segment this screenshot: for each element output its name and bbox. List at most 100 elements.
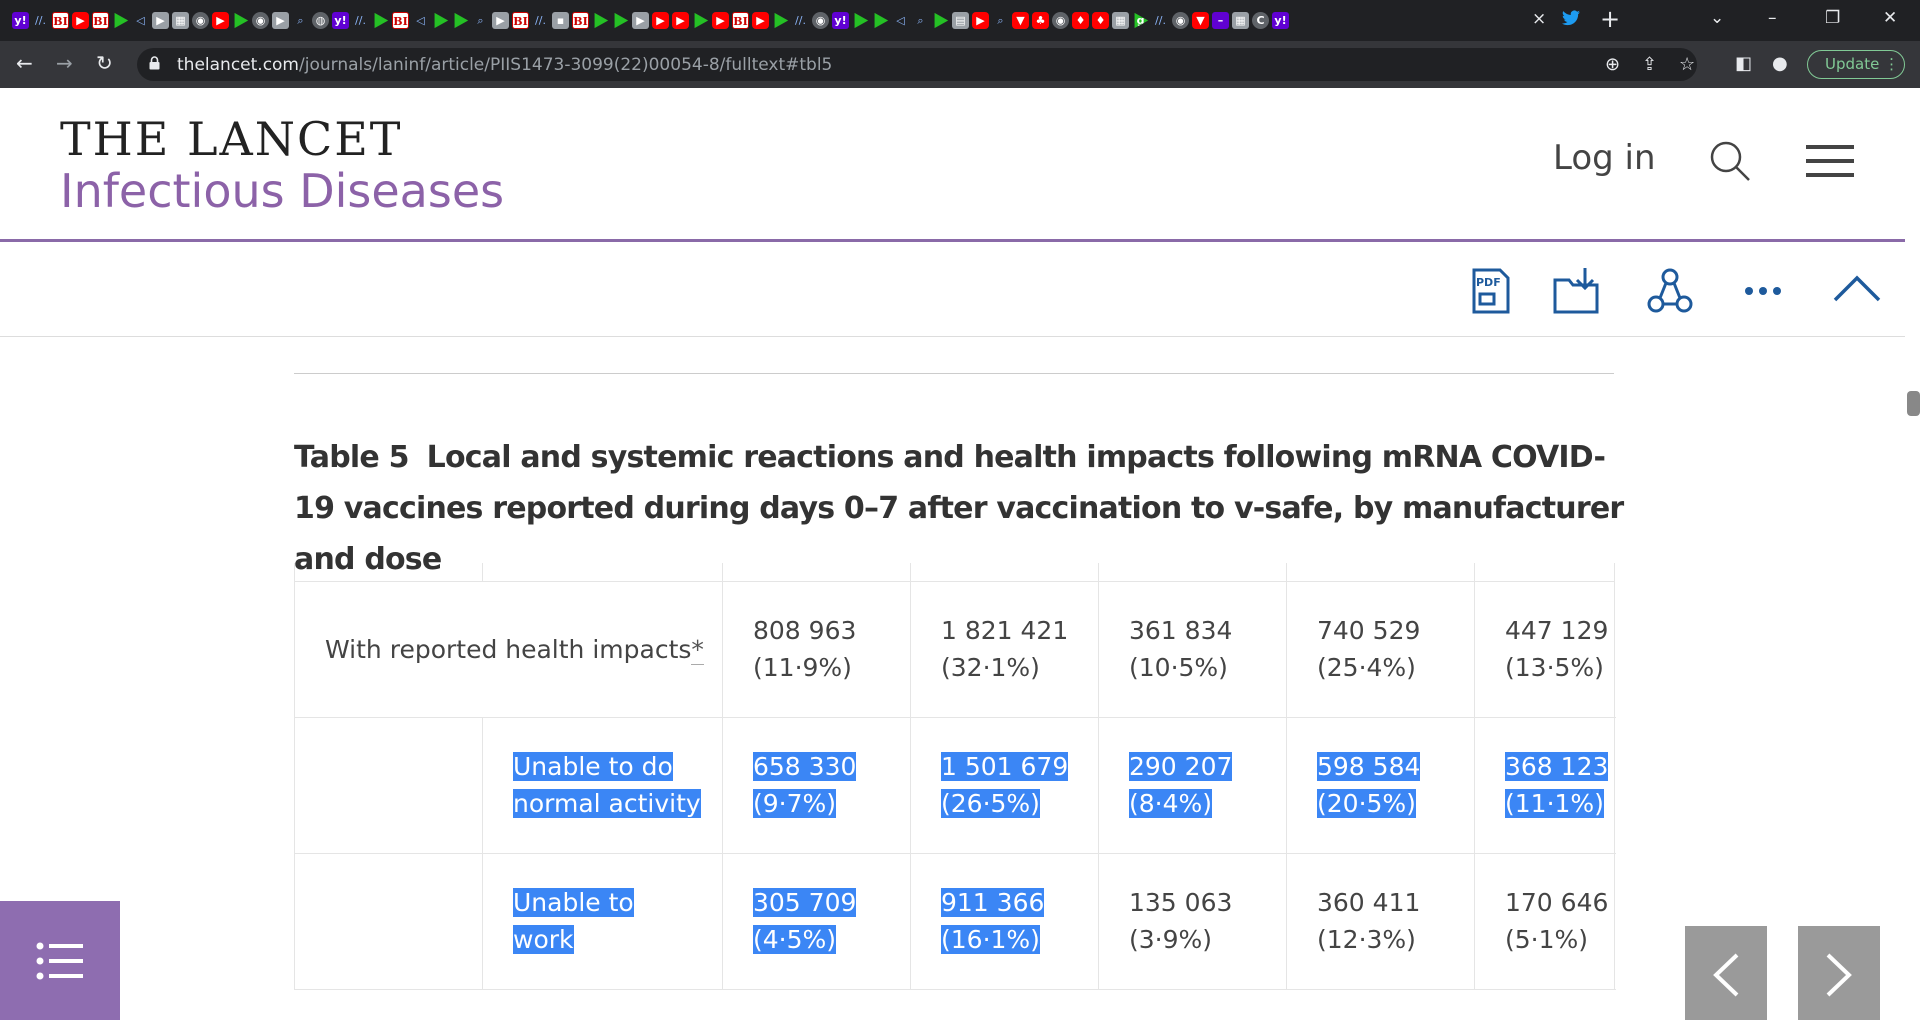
yahoo-tab-icon[interactable]: y! — [332, 12, 349, 29]
restore-icon[interactable]: ❐ — [1825, 8, 1840, 28]
bi-tab-icon[interactable]: BI — [52, 12, 69, 29]
close-tab-icon[interactable]: × — [1532, 9, 1546, 29]
share-network-icon[interactable] — [1645, 266, 1695, 316]
cell-percent: (8·4%) — [1129, 789, 1213, 818]
bi-tab-icon[interactable]: BI — [512, 12, 529, 29]
side-panel-icon[interactable]: ◧ — [1735, 53, 1752, 74]
play-tab-icon[interactable] — [614, 12, 629, 29]
play-tab-icon[interactable] — [874, 12, 889, 29]
youtube-tab-icon[interactable]: ▶ — [72, 12, 89, 29]
tab-icon[interactable]: ▤ — [952, 12, 969, 29]
bi-tab-icon[interactable]: BI — [392, 12, 409, 29]
update-button[interactable]: Update ⋮ — [1807, 50, 1905, 79]
bi-tab-icon[interactable]: BI — [572, 12, 589, 29]
hamburger-menu-icon[interactable] — [1806, 143, 1854, 179]
tab-icon[interactable]: //. — [532, 12, 549, 29]
share-icon[interactable]: ⇪ — [1642, 54, 1657, 75]
tab-icon[interactable]: ▶ — [632, 12, 649, 29]
tab-icon[interactable]: //. — [352, 12, 369, 29]
tab-icon[interactable]: ◁ — [892, 12, 909, 29]
zoom-icon[interactable]: ⊕ — [1605, 54, 1620, 75]
tab-icon[interactable]: //. — [792, 12, 809, 29]
search-icon[interactable] — [1708, 139, 1752, 183]
tab-icon[interactable]: g — [1134, 12, 1149, 29]
globe-tab-icon[interactable]: ◉ — [1052, 12, 1069, 29]
footnote-link[interactable]: * — [691, 634, 704, 665]
page-scrollbar-thumb[interactable] — [1907, 391, 1920, 416]
close-window-icon[interactable]: ✕ — [1883, 8, 1897, 28]
back-arrow-icon[interactable]: ← — [16, 51, 33, 75]
previous-table-button[interactable] — [1685, 926, 1767, 1020]
youtube-tab-icon[interactable]: ▶ — [712, 12, 729, 29]
search-tab-icon[interactable]: ⌕ — [472, 12, 489, 29]
tab-search-icon[interactable]: ⌄ — [1710, 8, 1724, 28]
table-of-contents-button[interactable] — [0, 901, 120, 1020]
globe-tab-icon[interactable]: ◉ — [1172, 12, 1189, 29]
play-tab-icon[interactable] — [234, 12, 249, 29]
youtube-tab-icon[interactable]: ▶ — [972, 12, 989, 29]
tab-icon[interactable]: ♦ — [1072, 12, 1089, 29]
cell-count: 447 129 — [1505, 616, 1609, 645]
tab-icon[interactable]: ▶ — [492, 12, 509, 29]
login-link[interactable]: Log in — [1553, 138, 1656, 178]
next-table-button[interactable] — [1798, 926, 1880, 1020]
tab-icon[interactable]: ▶ — [272, 12, 289, 29]
pdf-icon[interactable]: PDF — [1466, 266, 1516, 316]
bi-tab-icon[interactable]: BI — [732, 12, 749, 29]
play-tab-icon[interactable] — [774, 12, 789, 29]
journal-brand-title[interactable]: THE LANCET — [60, 112, 402, 166]
globe-tab-icon[interactable]: ◉ — [252, 12, 269, 29]
profile-icon[interactable]: ● — [1772, 53, 1788, 74]
tab-icon[interactable]: ▦ — [1232, 12, 1249, 29]
tab-icon[interactable]: ◍ — [312, 12, 329, 29]
collapse-up-icon[interactable] — [1832, 266, 1882, 316]
tab-icon[interactable]: ♣ — [1032, 12, 1049, 29]
tab-icon[interactable]: – — [1212, 12, 1229, 29]
globe-tab-icon[interactable]: ◉ — [192, 12, 209, 29]
bookmark-tab-icon[interactable]: ▼ — [1192, 12, 1209, 29]
tab-favicons[interactable]: y!//. BI ▶ BI ◁ ▶ ▦ ◉ ▶ ◉ ▶ ⌕ ◍ y!//. BI ◁ ⌕ ▶ BI//. ▪ BI ▶ ▶ ▶… — [12, 10, 1572, 31]
search-tab-icon[interactable]: ⌕ — [292, 12, 309, 29]
url-field[interactable]: thelancet.com/journals/laninf/article/PI… — [137, 48, 1697, 81]
tab-icon[interactable]: ▶ — [152, 12, 169, 29]
youtube-tab-icon[interactable]: ▶ — [212, 12, 229, 29]
yahoo-tab-icon[interactable]: y! — [832, 12, 849, 29]
bookmark-tab-icon[interactable]: ▼ — [1012, 12, 1029, 29]
tab-icon[interactable]: ▪ — [552, 12, 569, 29]
play-tab-icon[interactable] — [934, 12, 949, 29]
tab-icon[interactable]: //. — [1152, 12, 1169, 29]
yahoo-tab-icon[interactable]: y! — [12, 12, 29, 29]
play-tab-icon[interactable] — [434, 12, 449, 29]
play-tab-icon[interactable] — [114, 12, 129, 29]
bookmark-star-icon[interactable]: ☆ — [1679, 54, 1695, 75]
search-tab-icon[interactable]: ⌕ — [992, 12, 1009, 29]
tab-icon[interactable]: C — [1252, 12, 1269, 29]
tab-icon[interactable]: ◁ — [132, 12, 149, 29]
tab-icon[interactable]: ▦ — [1112, 12, 1129, 29]
more-options-icon[interactable] — [1738, 266, 1788, 316]
globe-tab-icon[interactable]: ◉ — [812, 12, 829, 29]
youtube-tab-icon[interactable]: ▶ — [652, 12, 669, 29]
play-tab-icon[interactable] — [854, 12, 869, 29]
tab-icon[interactable]: ◁ — [412, 12, 429, 29]
journal-brand-subtitle[interactable]: Infectious Diseases — [60, 164, 504, 218]
play-tab-icon[interactable] — [694, 12, 709, 29]
play-tab-icon[interactable] — [454, 12, 469, 29]
twitter-tab-icon[interactable] — [1562, 10, 1580, 28]
yahoo-tab-icon[interactable]: y! — [1272, 12, 1289, 29]
youtube-tab-icon[interactable]: ▶ — [752, 12, 769, 29]
search-tab-icon[interactable]: ⌕ — [912, 12, 929, 29]
tab-icon[interactable]: //. — [32, 12, 49, 29]
youtube-tab-icon[interactable]: ▶ — [672, 12, 689, 29]
play-tab-icon[interactable] — [374, 12, 389, 29]
forward-arrow-icon[interactable]: → — [56, 51, 73, 75]
tab-icon[interactable]: ▦ — [172, 12, 189, 29]
new-tab-button[interactable]: + — [1600, 5, 1620, 33]
download-folder-icon[interactable] — [1551, 266, 1601, 316]
reload-icon[interactable]: ↻ — [96, 51, 113, 75]
tab-icon[interactable]: ♦ — [1092, 12, 1109, 29]
play-tab-icon[interactable] — [594, 12, 609, 29]
table-cell: 740 529 (25·4%) — [1286, 580, 1475, 718]
bi-tab-icon[interactable]: BI — [92, 12, 109, 29]
minimize-icon[interactable]: – — [1768, 8, 1777, 28]
